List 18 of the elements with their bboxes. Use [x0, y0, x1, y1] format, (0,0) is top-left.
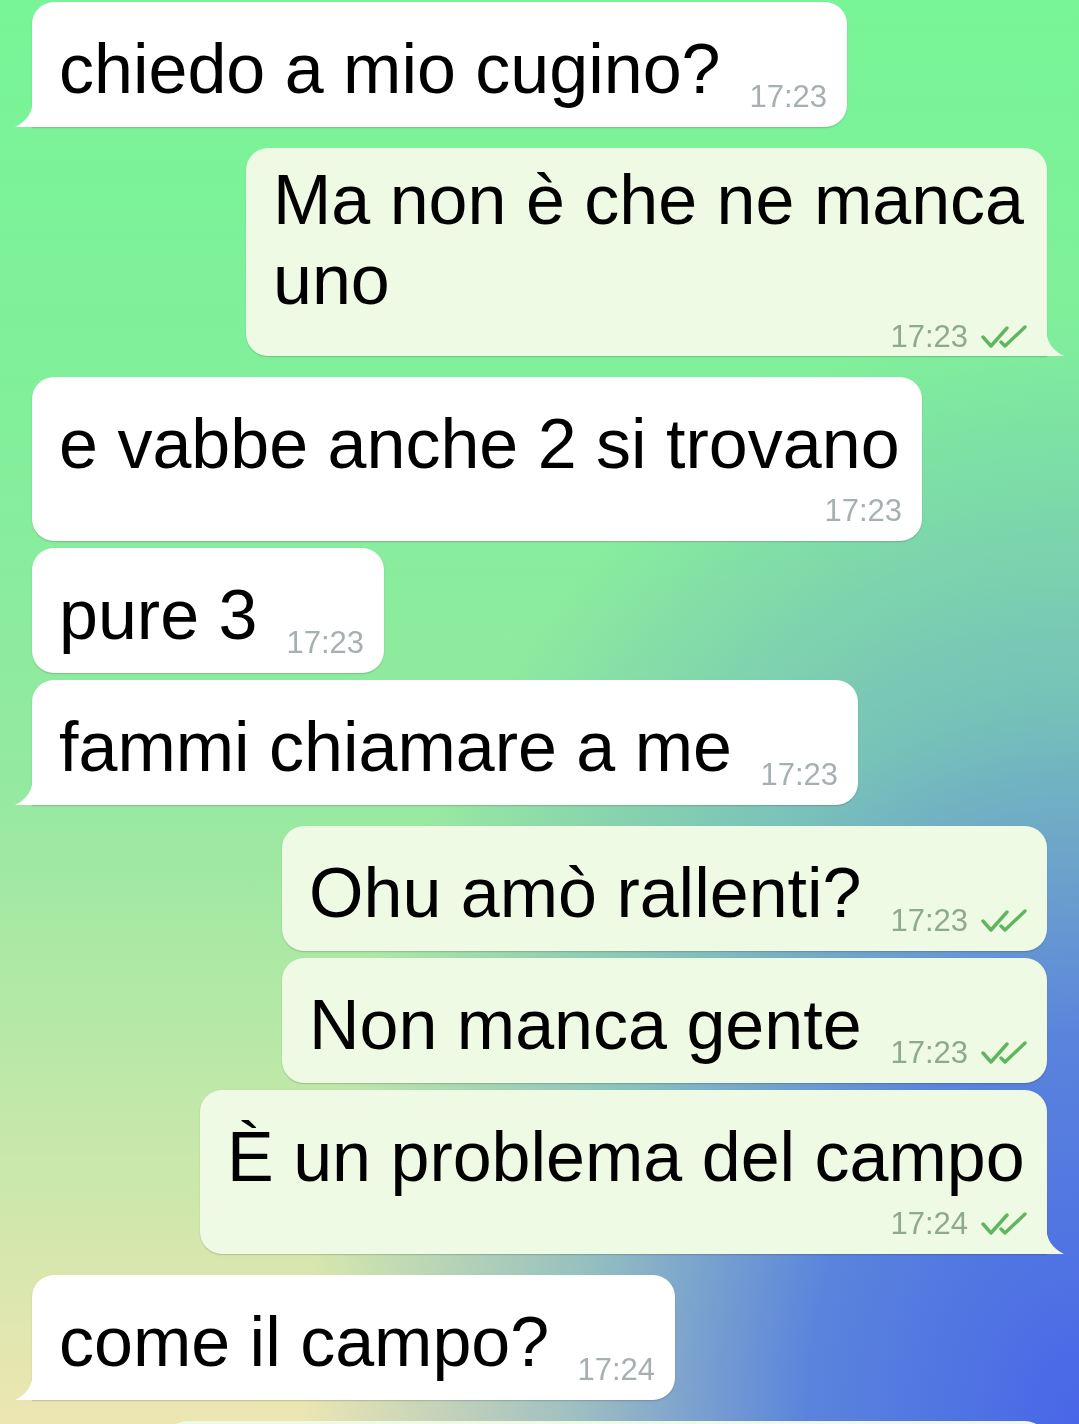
message-time: 17:23	[749, 80, 827, 114]
message-time: 17:23	[890, 1036, 968, 1070]
message-text: chiedo a mio cugino?	[59, 29, 721, 109]
message-text: Ohu amò rallenti?	[309, 853, 862, 933]
message-time: 17:23	[760, 758, 838, 792]
message-time: 17:23	[890, 904, 968, 938]
message-time: 17:24	[890, 1207, 968, 1241]
message-time: 17:23	[286, 626, 364, 660]
message-text: È un problema del campo	[227, 1117, 1025, 1197]
message-time: 17:23	[824, 494, 902, 528]
message-text: Non manca gente	[309, 985, 862, 1065]
message-text: pure 3	[59, 575, 258, 655]
message-time: 17:24	[577, 1353, 655, 1387]
message-text: come il campo?	[59, 1302, 550, 1382]
message-time: 17:23	[890, 320, 968, 354]
message-text: e vabbe anche 2 si trovano	[59, 404, 900, 484]
message-text: fammi chiamare a me	[59, 707, 732, 787]
message-text: Ma non è che ne manca uno	[273, 160, 1026, 320]
